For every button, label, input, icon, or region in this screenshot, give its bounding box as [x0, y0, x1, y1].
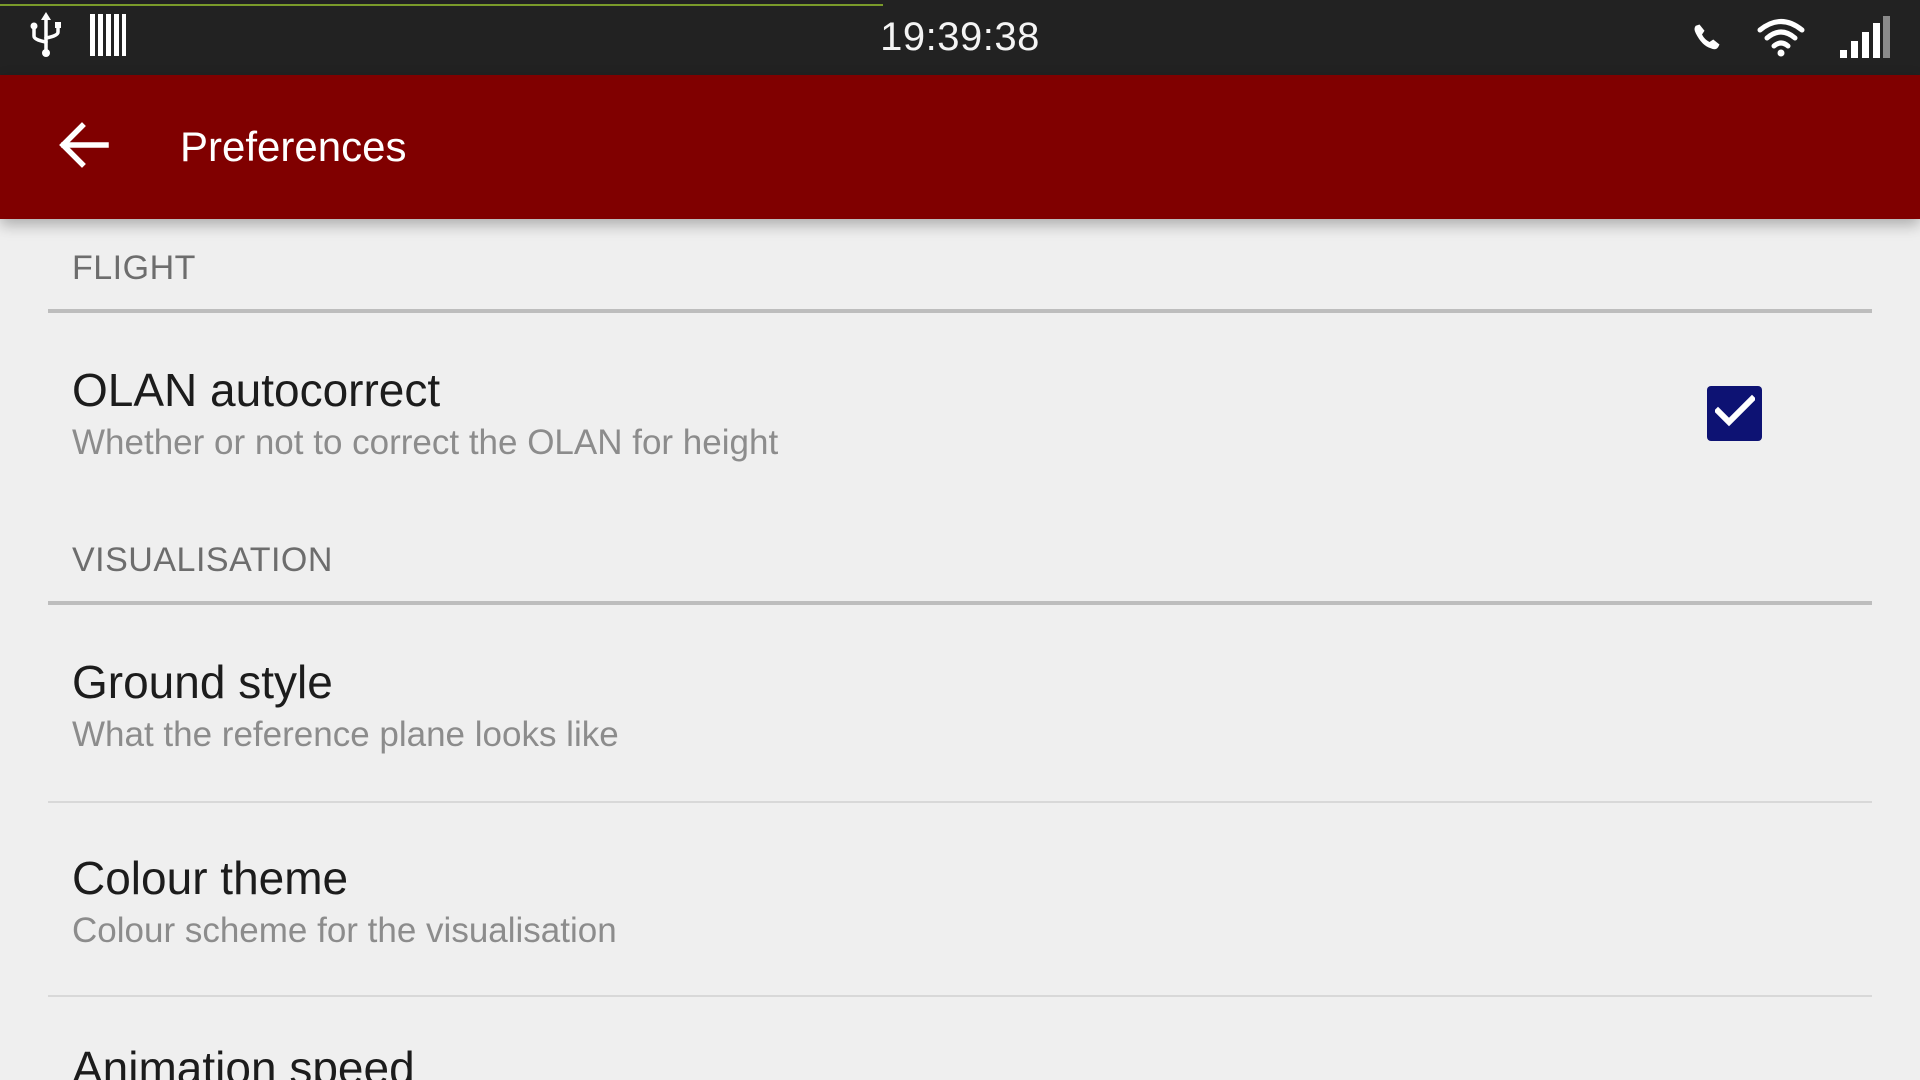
category-header-visualisation: VISUALISATION — [72, 541, 333, 579]
wifi-icon — [1756, 17, 1806, 57]
pref-title: Colour theme — [72, 852, 349, 904]
arrow-back-icon — [58, 121, 110, 174]
pref-summary: Whether or not to correct the OLAN for h… — [72, 423, 779, 462]
page-title: Preferences — [180, 123, 407, 170]
pref-title: Ground style — [72, 656, 333, 708]
category-header-flight: FLIGHT — [72, 249, 196, 287]
pref-title: OLAN autocorrect — [72, 364, 441, 416]
status-time: 19:39:38 — [880, 15, 1040, 59]
pref-summary: Colour scheme for the visualisation — [72, 911, 617, 950]
checkmark-icon — [1713, 394, 1756, 433]
phone-icon — [1692, 22, 1722, 52]
app-bar: Preferences — [0, 75, 1920, 219]
download-progress-bar — [0, 4, 883, 6]
pref-colour-theme[interactable]: Colour theme Colour scheme for the visua… — [48, 803, 1872, 993]
pref-animation-speed[interactable]: Animation speed — [48, 997, 1872, 1080]
pref-olan-autocorrect[interactable]: OLAN autocorrect Whether or not to corre… — [48, 313, 1872, 513]
pref-summary: What the reference plane looks like — [72, 715, 619, 754]
olan-autocorrect-checkbox[interactable] — [1707, 386, 1762, 441]
signal-icon — [1840, 16, 1890, 58]
system-icons — [1692, 14, 1890, 60]
preferences-list[interactable]: FLIGHT OLAN autocorrect Whether or not t… — [0, 219, 1920, 1080]
pref-title: Animation speed — [72, 1042, 415, 1080]
back-button[interactable] — [40, 107, 128, 187]
pref-ground-style[interactable]: Ground style What the reference plane lo… — [48, 605, 1872, 790]
status-bar: 19:39:38 — [0, 0, 1920, 75]
